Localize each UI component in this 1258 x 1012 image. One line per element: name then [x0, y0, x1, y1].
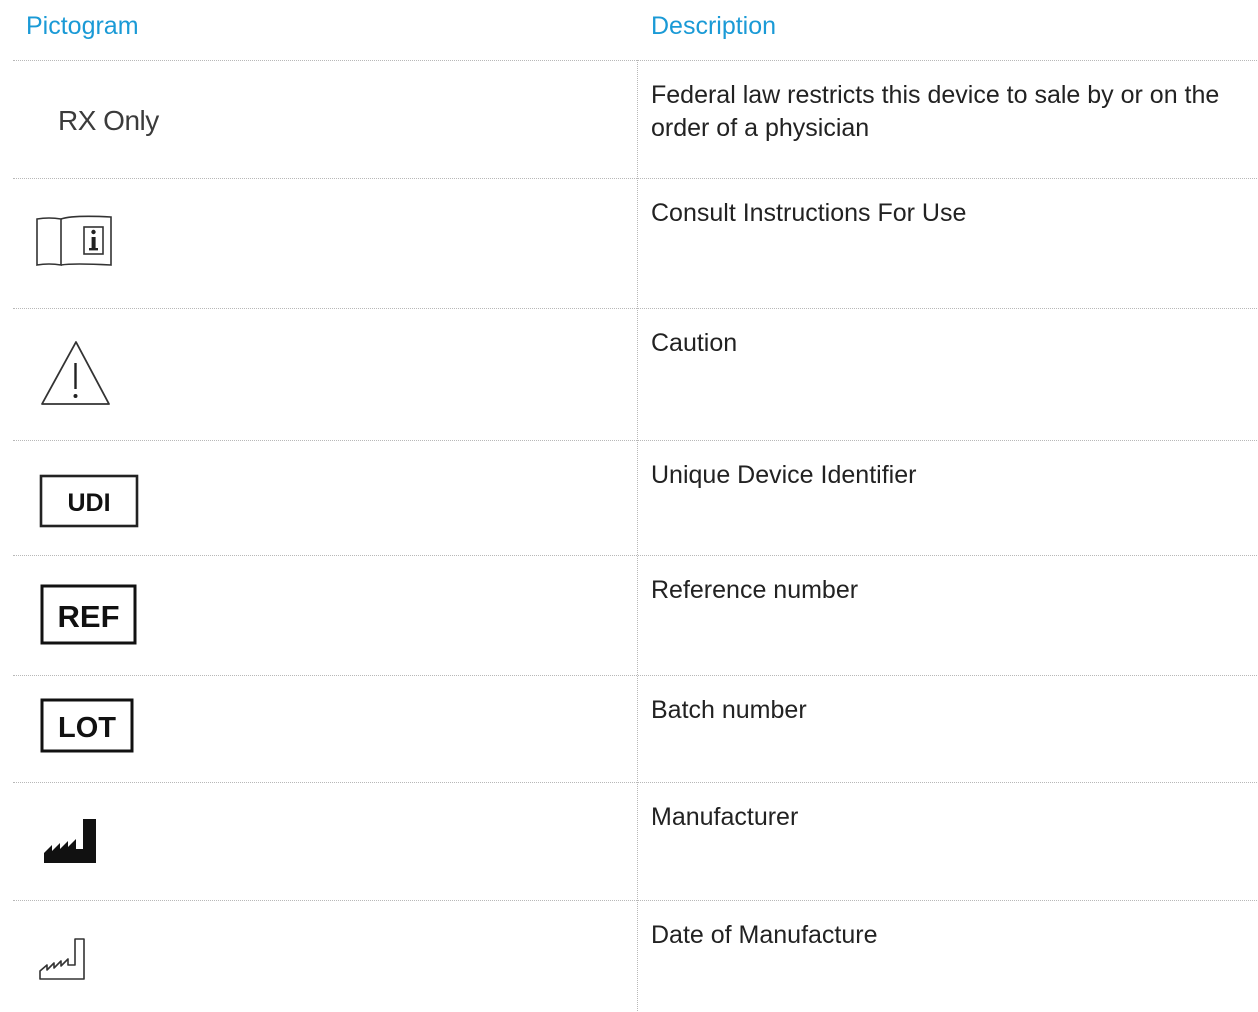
- header-description: Description: [651, 12, 777, 40]
- table-row: LOT Batch number: [13, 675, 1258, 782]
- table-row: Consult Instructions For Use: [13, 178, 1258, 308]
- table-header: Pictogram Description: [0, 0, 1258, 60]
- row-description: Date of Manufacture: [651, 921, 878, 949]
- row-description: Federal law restricts this device to sal…: [651, 81, 1220, 142]
- table-row: UDI Unique Device Identifier: [13, 440, 1258, 555]
- caution-icon: [41, 341, 110, 405]
- table-row: RX Only Federal law restricts this devic…: [13, 60, 1258, 178]
- row-description: Batch number: [651, 696, 807, 724]
- ref-symbol-text: REF: [58, 599, 120, 634]
- consult-instructions-icon: [36, 215, 112, 266]
- row-description: Manufacturer: [651, 803, 799, 831]
- lot-symbol-text: LOT: [58, 712, 116, 744]
- date-of-manufacture-icon: [39, 938, 85, 980]
- rx-only-symbol: RX Only: [58, 105, 159, 136]
- table-row: Caution: [13, 308, 1258, 440]
- udi-icon: UDI: [39, 474, 139, 528]
- row-description: Unique Device Identifier: [651, 461, 917, 489]
- table-row: Date of Manufacture: [13, 900, 1258, 1011]
- table-row: REF Reference number: [13, 555, 1258, 675]
- row-description: Consult Instructions For Use: [651, 199, 967, 227]
- lot-icon: LOT: [40, 698, 134, 753]
- ref-icon: REF: [40, 584, 137, 645]
- row-description: Reference number: [651, 576, 859, 604]
- row-description: Caution: [651, 329, 738, 357]
- udi-symbol-text: UDI: [67, 489, 110, 517]
- manufacturer-icon: [44, 819, 96, 863]
- header-pictogram: Pictogram: [26, 12, 139, 40]
- table-row: Manufacturer: [13, 782, 1258, 900]
